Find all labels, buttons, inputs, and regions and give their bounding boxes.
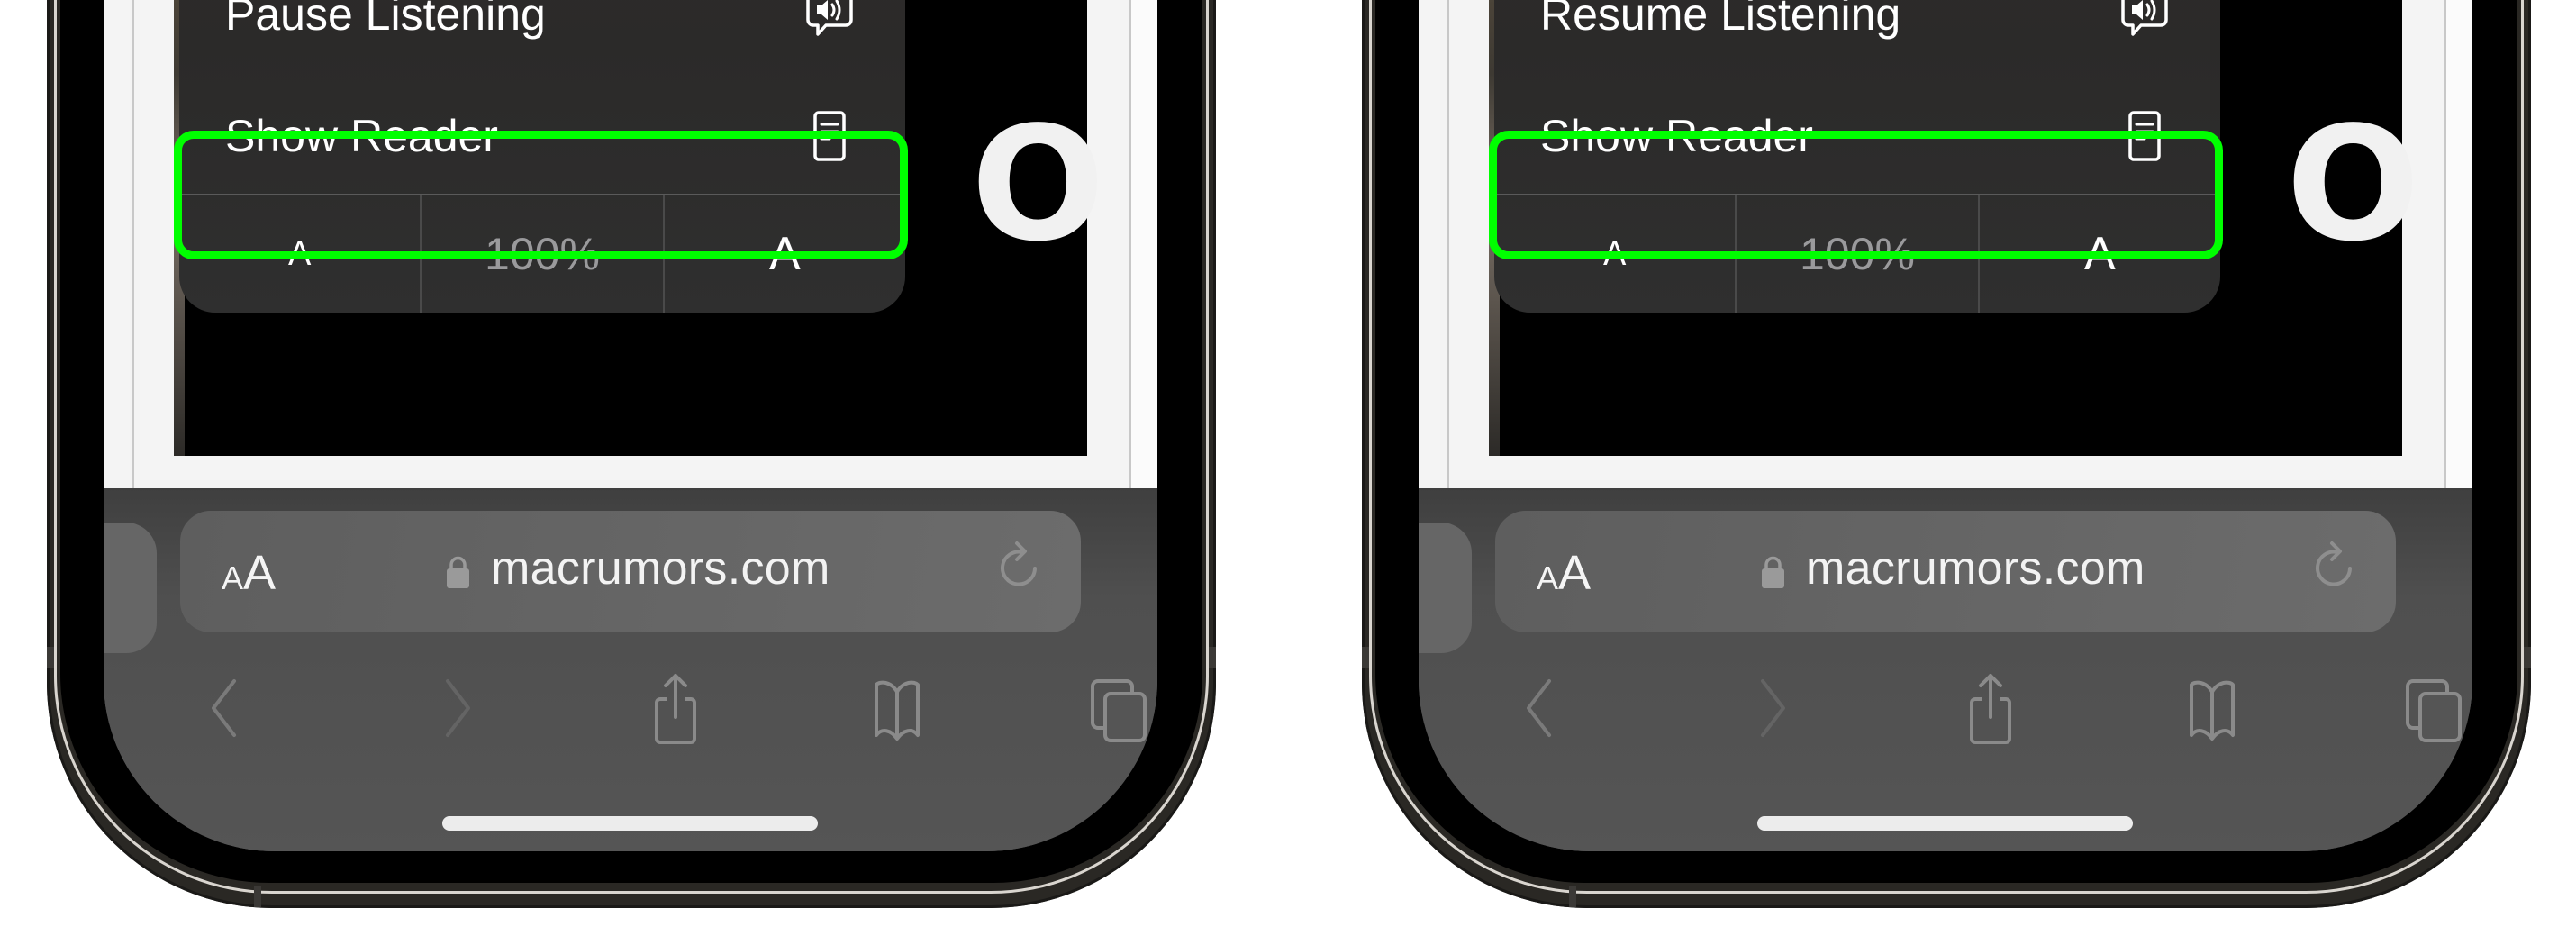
font-size-controls: A 100% A [1494,195,2220,313]
reset-zoom-button[interactable]: 100% [420,195,662,313]
speech-bubble-speaker-icon [806,0,853,36]
reset-zoom-button[interactable]: 100% [1735,195,1977,313]
decrease-font-button[interactable]: A [179,195,420,313]
bookmarks-icon[interactable] [2181,672,2244,744]
decrease-font-label: A [287,234,312,273]
increase-font-button[interactable]: A [662,195,905,313]
tabs-icon[interactable] [1087,672,1150,744]
menu-item-label: Resume Listening [1540,0,1901,40]
speech-bubble-speaker-icon [2121,0,2168,36]
share-icon[interactable] [644,672,707,744]
share-icon[interactable] [1959,672,2022,744]
zoom-level: 100% [1800,229,1915,279]
page-divider [132,0,134,488]
aa-large: A [1558,546,1592,600]
lock-icon [1762,556,1784,588]
screen: O AA macrumors.com [1419,0,2472,851]
antenna-band [2524,647,2531,668]
home-indicator[interactable] [442,816,818,831]
url-text[interactable]: macrumors.com [1806,541,2145,595]
page-divider [1129,0,1131,488]
antenna-band [47,647,54,668]
url-text[interactable]: macrumors.com [491,541,830,595]
page-margin [1131,0,1157,488]
previous-tab-pill[interactable] [1419,523,1472,653]
forward-icon[interactable] [1740,672,1803,744]
increase-font-label: A [768,228,801,280]
reader-document-icon [2128,111,2161,161]
antenna-band [1209,647,1216,668]
increase-font-label: A [2083,228,2116,280]
page-margin [2446,0,2472,488]
address-bar[interactable]: AA macrumors.com [1495,511,2396,632]
page-menu: Hide Toolbar Resume Listening [1494,0,2220,313]
antenna-band [1362,647,1369,668]
previous-tab-pill[interactable] [104,523,157,653]
home-indicator[interactable] [1757,816,2133,831]
forward-icon[interactable] [425,672,488,744]
menu-item-label: Pause Listening [225,0,546,40]
page-settings-button[interactable]: AA [222,545,276,601]
reader-document-icon [813,111,846,161]
reload-icon[interactable] [2310,538,2359,592]
page-divider [2444,0,2446,488]
back-icon[interactable] [194,672,257,744]
bookmarks-icon[interactable] [866,672,929,744]
decrease-font-button[interactable]: A [1494,195,1735,313]
back-icon[interactable] [1509,672,1572,744]
page-divider [1447,0,1449,488]
iphone-left: O AA macrumors.com Pause Listening Show … [47,0,1216,927]
menu-item-label: Show Reader [225,111,498,161]
menu-item-show-reader[interactable]: Show Reader [179,78,905,194]
menu-item-show-reader[interactable]: Show Reader [1494,78,2220,194]
decrease-font-label: A [1602,234,1627,273]
screen: O AA macrumors.com [104,0,1157,851]
aa-large: A [243,546,277,600]
antenna-band [1569,886,1576,907]
zoom-level: 100% [485,229,600,279]
aa-small: A [1537,559,1559,596]
iphone-right: O AA macrumors.com Resume Listening Show… [1362,0,2531,927]
menu-item-listening[interactable]: Pause Listening [179,0,905,78]
tabs-icon[interactable] [2402,672,2465,744]
reload-icon[interactable] [995,538,1044,592]
hero-text: O [971,94,1105,277]
page-menu: Hide Toolbar Pause Listening [179,0,905,313]
page-settings-button[interactable]: AA [1537,545,1591,601]
increase-font-button[interactable]: A [1977,195,2220,313]
menu-item-label: Show Reader [1540,111,1813,161]
font-size-controls: A 100% A [179,195,905,313]
antenna-band [254,886,261,907]
address-bar[interactable]: AA macrumors.com [180,511,1081,632]
aa-small: A [222,559,244,596]
hero-text: O [2286,94,2420,277]
menu-item-listening[interactable]: Resume Listening [1494,0,2220,78]
lock-icon [447,556,469,588]
